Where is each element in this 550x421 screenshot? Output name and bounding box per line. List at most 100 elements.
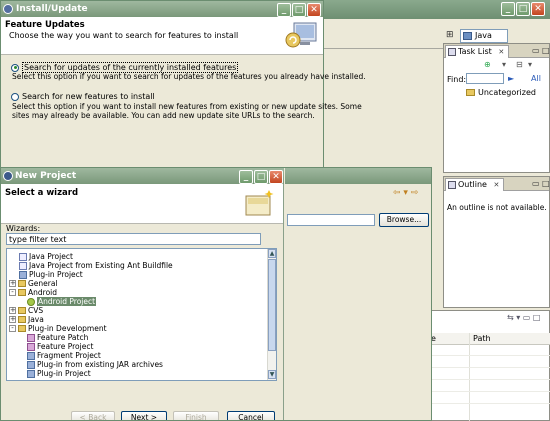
new-project-dialog: ⇦ ▾ ⇨ Browse... New Project _ □ ✕ Select…: [0, 167, 432, 421]
close-tab-icon[interactable]: ✕: [494, 181, 500, 189]
close-tab-icon[interactable]: ✕: [498, 48, 504, 56]
tree-item[interactable]: - Android: [9, 288, 57, 297]
grid-line: [431, 379, 550, 380]
wizards-label: Wizards:: [6, 224, 41, 233]
tree-item-label: Plug-in Project: [29, 270, 83, 279]
java-perspective-icon: [463, 32, 472, 40]
category-label: Uncategorized: [478, 88, 536, 97]
search-new-features-radio[interactable]: Search for new features to install: [11, 92, 155, 101]
task-list-tab-label: Task List: [458, 47, 492, 56]
task-list-toolbar: ⊕ ▾ ⊟ ▾: [444, 58, 549, 72]
minimize-view-icon[interactable]: ▭: [532, 46, 540, 55]
maximize-button[interactable]: □: [516, 2, 530, 16]
folder-icon: [18, 289, 26, 296]
tab-task-list[interactable]: Task List ✕: [445, 45, 510, 58]
outline-message: An outline is not available.: [447, 203, 547, 212]
open-perspective-icon[interactable]: ⊞: [446, 30, 454, 40]
tree-item[interactable]: Fragment Project: [27, 351, 101, 360]
eclipse-icon: [3, 171, 13, 181]
view-toolbar-icon[interactable]: ⇆ ▾ ▭ □: [507, 313, 540, 322]
tree-item[interactable]: + General: [9, 279, 58, 288]
tree-item[interactable]: Java Project: [19, 252, 73, 261]
collapse-icon[interactable]: ⊟: [516, 60, 523, 69]
filter-icon[interactable]: ▾: [502, 60, 506, 69]
task-list-icon: [448, 48, 456, 56]
maximize-button[interactable]: □: [254, 170, 268, 184]
plugin-icon: [27, 369, 35, 378]
column-header-path[interactable]: Path: [473, 334, 491, 343]
right-titlebar: [285, 168, 431, 184]
maximize-button[interactable]: □: [292, 3, 306, 17]
grid-line: [431, 355, 550, 356]
search-updates-description: Select this option if you want to search…: [12, 72, 366, 81]
collapse-icon[interactable]: -: [9, 325, 16, 332]
browse-button[interactable]: Browse...: [379, 213, 429, 227]
navigation-arrows-icon[interactable]: ⇦ ▾ ⇨: [393, 188, 418, 198]
feature-icon: [27, 342, 35, 351]
folder-icon: [18, 280, 26, 287]
find-input[interactable]: [466, 73, 504, 84]
search-new-description-line2: sites may already be available. You can …: [12, 111, 315, 120]
tab-outline[interactable]: Outline ✕: [445, 178, 505, 191]
scroll-up-icon[interactable]: ▲: [268, 249, 276, 258]
install-update-dialog: Install/Update _ □ ✕ Feature Updates Cho…: [0, 0, 366, 176]
close-button[interactable]: ✕: [307, 3, 321, 17]
expand-icon[interactable]: +: [9, 280, 16, 287]
folder-icon: [18, 316, 26, 323]
tree-item[interactable]: Feature Project: [27, 342, 93, 351]
minimize-button[interactable]: _: [277, 3, 291, 17]
wizard-tree[interactable]: Java Project Java Project from Existing A…: [6, 248, 277, 381]
maximize-view-icon[interactable]: □: [542, 179, 550, 188]
new-task-icon[interactable]: ⊕: [484, 60, 491, 69]
grid-line: [431, 391, 550, 392]
view-menu-icon[interactable]: ▾: [528, 60, 532, 69]
back-button[interactable]: < Back: [71, 411, 115, 420]
new-project-header-title: Select a wizard: [5, 188, 79, 198]
scroll-down-icon[interactable]: ▼: [268, 370, 276, 379]
outline-tabbar: Outline ✕ ▭ □: [444, 177, 550, 191]
category-uncategorized[interactable]: Uncategorized: [466, 88, 536, 97]
folder-icon: [466, 89, 475, 96]
minimize-button[interactable]: _: [239, 170, 253, 184]
location-input[interactable]: [287, 214, 375, 226]
tree-item[interactable]: Android Project: [27, 297, 97, 306]
search-new-description-line1: Select this option if you want to instal…: [12, 102, 362, 111]
close-button[interactable]: ✕: [531, 2, 545, 16]
tree-item-label: Feature Patch: [37, 333, 89, 342]
expand-icon[interactable]: +: [9, 307, 16, 314]
tree-item-label: Plug-in Project: [37, 369, 91, 378]
minimize-button[interactable]: _: [501, 2, 515, 16]
tree-item[interactable]: Feature Patch: [27, 333, 88, 342]
grid-line: [431, 403, 550, 404]
scroll-thumb[interactable]: [268, 259, 276, 351]
perspective-java-button[interactable]: Java: [460, 29, 508, 43]
workbench-titlebar: _ □ ✕: [322, 0, 550, 19]
maximize-view-icon[interactable]: □: [542, 46, 550, 55]
find-arrow-icon[interactable]: ►: [508, 74, 514, 83]
tree-item[interactable]: Plug-in Project: [27, 369, 91, 378]
minimize-view-icon[interactable]: ▭: [532, 179, 540, 188]
tree-scrollbar[interactable]: ▲ ▼: [267, 249, 276, 380]
next-button[interactable]: Next >: [121, 411, 167, 420]
tree-item[interactable]: + Java: [9, 315, 44, 324]
install-dialog-titlebar: Install/Update _ □ ✕: [1, 1, 323, 17]
finish-button[interactable]: Finish: [173, 411, 219, 420]
folder-icon: [18, 325, 26, 332]
cancel-button[interactable]: Cancel: [227, 411, 275, 420]
radio-unselected-icon: [11, 92, 19, 101]
close-button[interactable]: ✕: [269, 170, 283, 184]
problems-view: ⇆ ▾ ▭ □ e Path: [430, 310, 550, 421]
tree-item[interactable]: Java Project from Existing Ant Buildfile: [19, 261, 173, 270]
table-header: e Path: [431, 333, 550, 345]
tree-item[interactable]: Plug-in from existing JAR archives: [27, 360, 163, 369]
new-project-titlebar: New Project _ □ ✕: [1, 168, 284, 184]
tree-item[interactable]: Plug-in Project: [19, 270, 83, 279]
tree-item-label: Android Project: [37, 297, 97, 306]
expand-icon[interactable]: +: [9, 316, 16, 323]
all-link[interactable]: All: [531, 74, 541, 83]
new-project-right-panel: ⇦ ▾ ⇨ Browse...: [285, 168, 431, 420]
tree-item[interactable]: + CVS: [9, 306, 43, 315]
wizard-filter-input[interactable]: [6, 233, 261, 245]
tree-item[interactable]: - Plug-in Development: [9, 324, 107, 333]
collapse-icon[interactable]: -: [9, 289, 16, 296]
